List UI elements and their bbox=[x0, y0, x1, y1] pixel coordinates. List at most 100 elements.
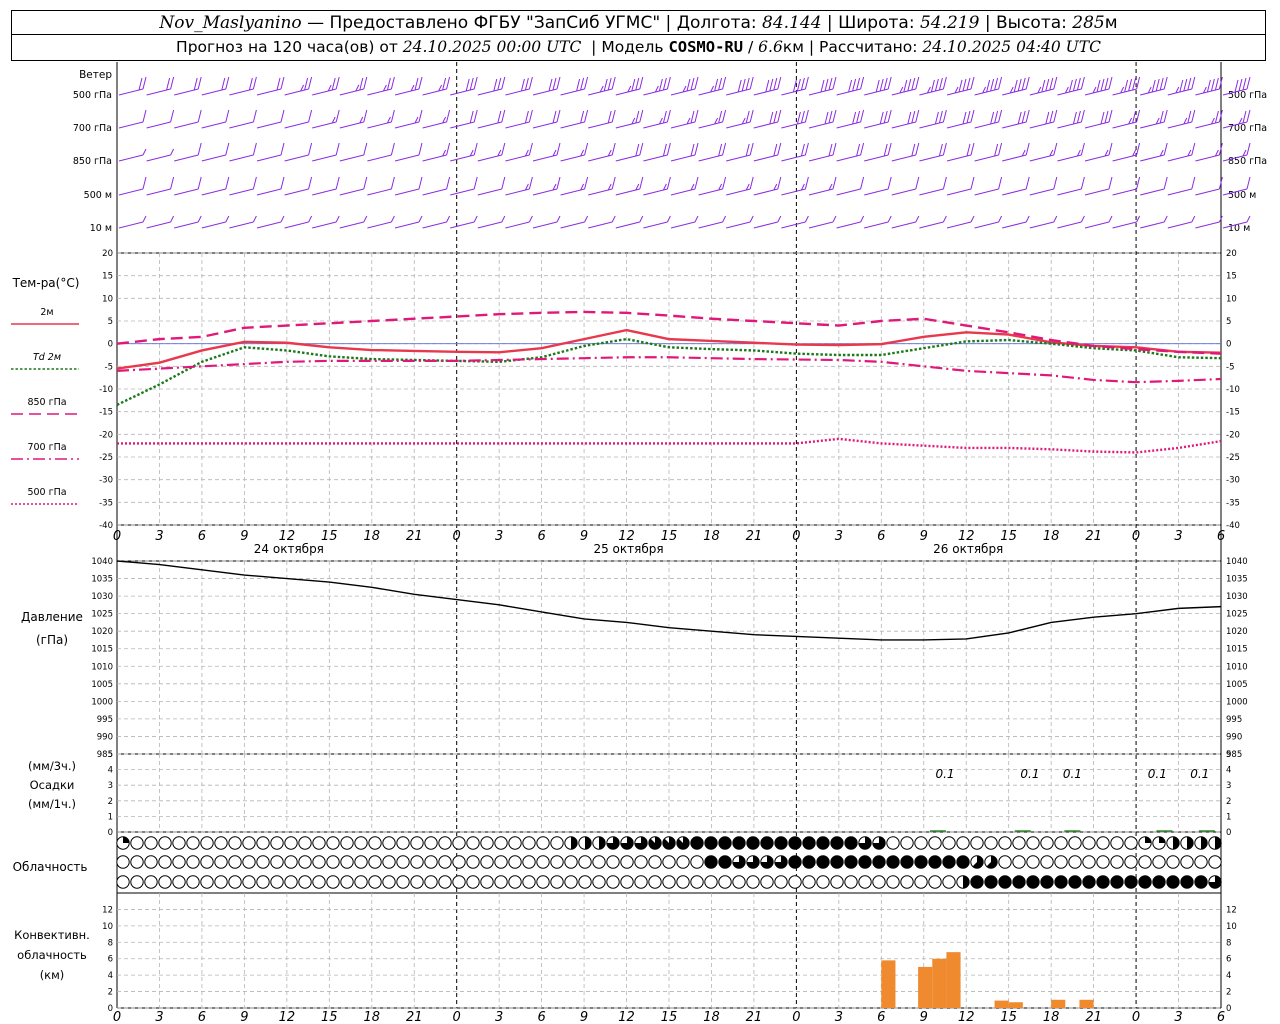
cloud-cover-symbol bbox=[998, 836, 1012, 850]
wind-barb bbox=[974, 76, 1003, 96]
cloud-cover-symbol bbox=[1110, 836, 1124, 850]
wind-barb bbox=[1002, 142, 1030, 162]
wind-barb bbox=[753, 215, 782, 229]
pressure-tick-right: 995 bbox=[1226, 715, 1242, 725]
pressure-tick-right: 1025 bbox=[1226, 610, 1248, 620]
temp-tick-left: -10 bbox=[99, 385, 113, 395]
meteogram: 500 гПа 500 гПа 700 гПа 700 гПа 850 гПа 850 г… bbox=[11, 62, 1267, 1024]
wind-barb bbox=[808, 215, 837, 229]
wind-barb bbox=[698, 215, 727, 229]
cloud-cover-symbol bbox=[536, 836, 550, 850]
cloud-cover-symbol bbox=[424, 836, 438, 850]
bottom-time-tick-label: 15 bbox=[321, 1010, 338, 1024]
pressure-tick-right: 1020 bbox=[1226, 627, 1248, 637]
conv-bar bbox=[918, 966, 933, 1008]
cloud-cover-symbol bbox=[984, 875, 998, 889]
cloud-cover-symbol bbox=[1054, 836, 1068, 850]
cloud-cover-symbol bbox=[1110, 855, 1124, 869]
pressure-tick-right: 990 bbox=[1226, 732, 1242, 742]
wind-barb bbox=[560, 109, 589, 129]
wind-barb bbox=[588, 109, 616, 129]
cloud-cover-symbol bbox=[172, 836, 186, 850]
cloud-cover-symbol bbox=[844, 836, 858, 850]
cloud-cover-symbol bbox=[900, 855, 914, 869]
wind-barb bbox=[118, 176, 147, 196]
precip-tick-left: 0 bbox=[108, 828, 113, 838]
wind-title: Ветер bbox=[79, 69, 112, 81]
time-tick-label: 18 bbox=[363, 529, 380, 544]
cloud-cover-symbol bbox=[326, 836, 340, 850]
conv-tick-right: 4 bbox=[1226, 971, 1231, 981]
wind-barb bbox=[891, 142, 920, 162]
wind-barb bbox=[146, 148, 175, 162]
cloud-cover-symbol bbox=[1194, 875, 1208, 889]
cloud-cover-symbol bbox=[788, 855, 802, 869]
wind-barb bbox=[615, 76, 644, 96]
cloud-cover-symbol bbox=[452, 836, 466, 850]
conv-bar bbox=[946, 952, 961, 1008]
cloud-cover-symbol bbox=[536, 855, 550, 869]
cloud-cover-symbol bbox=[522, 875, 536, 889]
bottom-time-tick-label: 18 bbox=[363, 1010, 380, 1024]
wind-barb bbox=[615, 215, 644, 229]
time-tick-label: 6 bbox=[1217, 529, 1225, 544]
wind-barb bbox=[919, 142, 947, 162]
wind-level-label-right: 10 м bbox=[1228, 223, 1250, 234]
temp-tick-left: -5 bbox=[105, 362, 113, 372]
wind-barb bbox=[836, 215, 865, 229]
cloud-cover-symbol bbox=[592, 836, 606, 850]
pressure-tick-left: 995 bbox=[97, 715, 113, 725]
wind-barb bbox=[560, 215, 589, 229]
wind-barb bbox=[1167, 109, 1196, 129]
cloud-cover-symbol bbox=[1096, 855, 1110, 869]
cloud-cover-symbol bbox=[774, 836, 788, 850]
precip-bar bbox=[1198, 830, 1215, 832]
time-tick-label: 0 bbox=[792, 529, 800, 544]
wind-barb bbox=[229, 109, 257, 129]
cloud-cover-symbol bbox=[970, 875, 984, 889]
cloud-cover-symbol bbox=[1166, 875, 1180, 889]
pressure-tick-right: 1010 bbox=[1226, 662, 1248, 672]
cloud-cover-symbol bbox=[858, 875, 872, 889]
cloud-cover-symbol bbox=[508, 855, 522, 869]
wind-barb bbox=[726, 76, 754, 96]
pressure-tick-right: 1030 bbox=[1226, 592, 1248, 602]
wind-barb bbox=[560, 176, 589, 196]
cloud-cover-symbol bbox=[592, 875, 606, 889]
conv-tick-left: 4 bbox=[108, 971, 113, 981]
wind-barb bbox=[118, 148, 147, 162]
cloud-cover-symbol bbox=[662, 836, 676, 850]
precip-bar bbox=[1156, 830, 1173, 832]
wind-barb bbox=[450, 142, 478, 162]
bottom-time-tick-label: 6 bbox=[198, 1010, 206, 1024]
wind-barb bbox=[284, 176, 313, 196]
wind-barb bbox=[864, 109, 892, 129]
bottom-time-tick-label: 6 bbox=[1217, 1010, 1225, 1024]
cloud-cover-symbol bbox=[928, 836, 942, 850]
wind-barb bbox=[781, 142, 809, 162]
pressure-tick-left: 1030 bbox=[91, 592, 113, 602]
wind-barb bbox=[864, 176, 892, 196]
wind-barb bbox=[505, 215, 533, 229]
wind-barb bbox=[256, 142, 285, 162]
wind-barb bbox=[312, 142, 340, 162]
cloud-cover-symbol bbox=[298, 836, 312, 850]
cloud-cover-symbol bbox=[844, 855, 858, 869]
cloud-cover-symbol bbox=[270, 855, 284, 869]
conv-axis-label-2: облачность bbox=[17, 948, 87, 962]
wind-level-label: 10 м bbox=[90, 223, 112, 234]
time-tick-label: 18 bbox=[1043, 529, 1060, 544]
temp-tick-left: -30 bbox=[99, 476, 113, 486]
temp-legend-label: 500 гПа bbox=[27, 487, 66, 498]
cloud-cover-symbol bbox=[704, 875, 718, 889]
wind-barb bbox=[229, 76, 257, 96]
cloud-cover-symbol bbox=[312, 855, 326, 869]
cloud-cover-symbol bbox=[340, 855, 354, 869]
precip-bar bbox=[1014, 830, 1031, 832]
cloud-cover-symbol bbox=[144, 855, 158, 869]
cloud-cover-symbol bbox=[578, 875, 592, 889]
wind-barb bbox=[256, 76, 285, 96]
temp-tick-right: 15 bbox=[1226, 272, 1237, 282]
wind-barb bbox=[394, 215, 423, 229]
wind-barb bbox=[174, 142, 202, 162]
